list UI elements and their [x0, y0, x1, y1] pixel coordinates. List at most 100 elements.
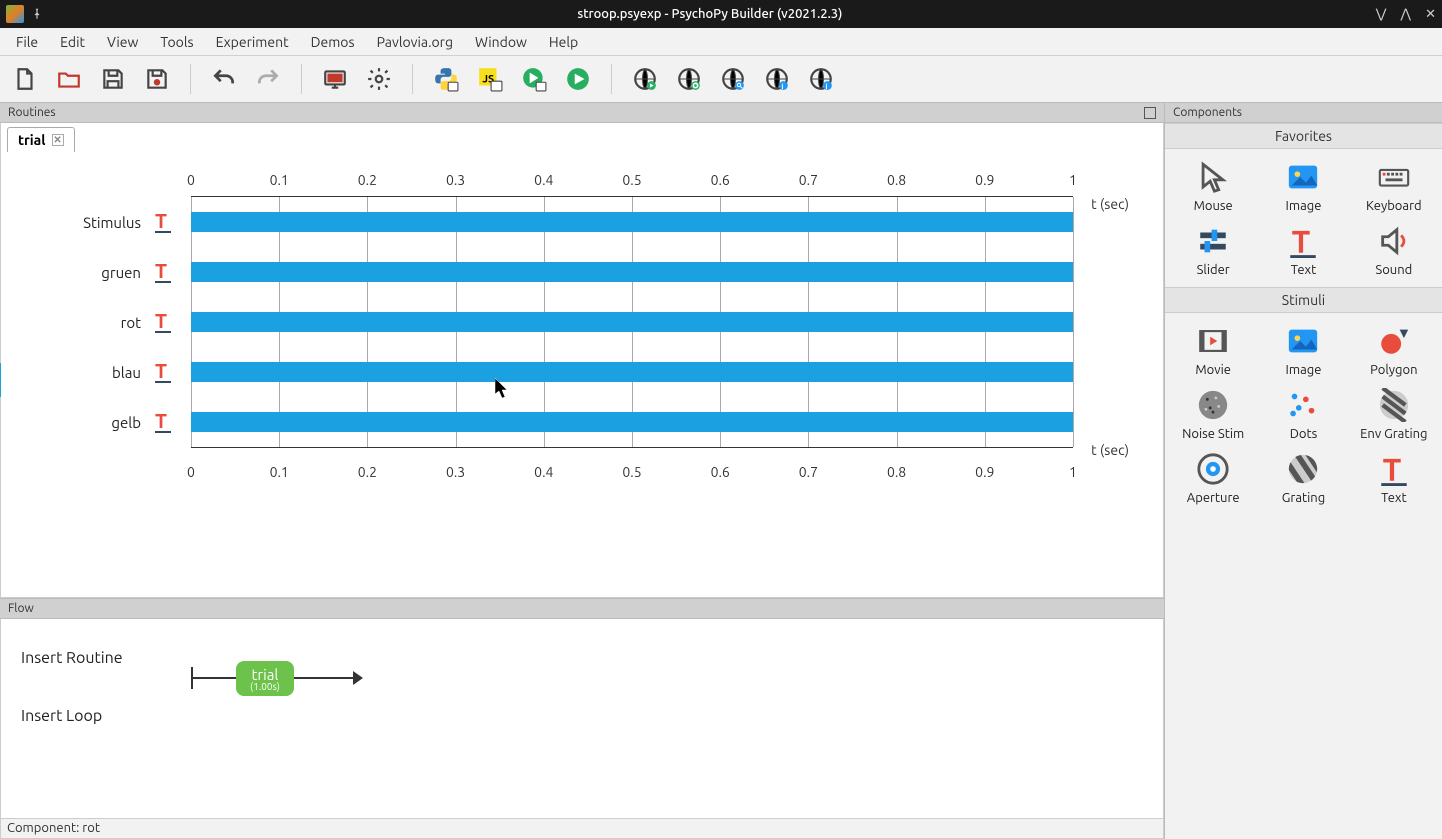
menu-window[interactable]: Window	[465, 30, 537, 54]
flow-arrow-icon	[353, 671, 365, 685]
settings-button[interactable]	[364, 64, 394, 94]
monitor-center-button[interactable]	[320, 64, 350, 94]
text-icon: T	[1283, 223, 1323, 259]
image-icon	[1283, 159, 1323, 195]
slider-icon	[1193, 223, 1233, 259]
menu-experiment[interactable]: Experiment	[206, 30, 299, 54]
menu-demos[interactable]: Demos	[301, 30, 365, 54]
mouse-icon	[1193, 159, 1233, 195]
axis-tick: 0.5	[622, 172, 641, 188]
component-dots[interactable]: Dots	[1259, 383, 1347, 445]
axis-tick: 0.4	[534, 172, 553, 188]
open-file-button[interactable]	[54, 64, 84, 94]
track-blau[interactable]: blauT	[191, 347, 1073, 397]
component-label: Grating	[1282, 491, 1325, 505]
pavlovia-project-button[interactable]: i	[806, 64, 836, 94]
save-as-button[interactable]	[142, 64, 172, 94]
compile-python-button[interactable]	[431, 64, 461, 94]
menu-pavlovia[interactable]: Pavlovia.org	[367, 30, 463, 54]
window-title: stroop.psyexp - PsychoPy Builder (v2021.…	[44, 7, 1376, 21]
track-rot[interactable]: rotT	[191, 297, 1073, 347]
component-image[interactable]: Image	[1259, 155, 1347, 217]
runner-button[interactable]	[519, 64, 549, 94]
favorites-section-header: Favorites	[1165, 123, 1442, 149]
flow-panel: Insert Routine Insert Loop trial (1.00s)…	[0, 619, 1164, 839]
app-icon	[6, 5, 24, 23]
compile-js-button[interactable]: JS	[475, 64, 505, 94]
track-bar[interactable]	[191, 362, 1073, 382]
component-label: Env Grating	[1360, 427, 1427, 441]
stimuli-grid: MovieImagePolygon Noise Stim Dots Env Grati…	[1165, 313, 1442, 515]
axis-tick: 0.2	[358, 172, 377, 188]
svg-text:i: i	[781, 83, 783, 91]
time-axis-bottom: 00.10.20.30.40.50.60.70.80.91	[191, 458, 1073, 482]
component-env-grating[interactable]: Env Grating	[1350, 383, 1438, 445]
track-bar[interactable]	[191, 212, 1073, 232]
flow-canvas[interactable]: trial (1.00s)	[171, 619, 1163, 818]
track-label: gelb	[21, 414, 141, 431]
components-panel-title: Components	[1173, 106, 1242, 119]
grating-icon	[1283, 451, 1323, 487]
component-label: Text	[1291, 263, 1316, 277]
pavlovia-user-button[interactable]: i	[762, 64, 792, 94]
track-bar[interactable]	[191, 262, 1073, 282]
pin-icon[interactable]	[30, 7, 44, 21]
redo-button[interactable]	[253, 64, 283, 94]
flow-panel-header: Flow	[0, 598, 1164, 619]
component-slider[interactable]: Slider	[1169, 219, 1257, 281]
menu-help[interactable]: Help	[539, 30, 588, 54]
track-gelb[interactable]: gelbT	[191, 397, 1073, 447]
component-noise-stim[interactable]: Noise Stim	[1169, 383, 1257, 445]
minimize-button[interactable]: ⋁	[1376, 7, 1387, 22]
timeline-area[interactable]: 00.10.20.30.40.50.60.70.80.91 t (sec) St…	[1, 152, 1163, 597]
menu-file[interactable]: File	[6, 30, 48, 54]
close-button[interactable]: ✕	[1425, 7, 1436, 22]
flow-node-duration: (1.00s)	[250, 682, 280, 692]
track-stimulus[interactable]: StimulusT	[191, 197, 1073, 247]
maximize-button[interactable]: ⋀	[1400, 7, 1411, 22]
component-label: Keyboard	[1366, 199, 1422, 213]
component-keyboard[interactable]: Keyboard	[1350, 155, 1438, 217]
track-bar[interactable]	[191, 312, 1073, 332]
component-polygon[interactable]: Polygon	[1350, 319, 1438, 381]
component-grating[interactable]: Grating	[1259, 447, 1347, 509]
menu-edit[interactable]: Edit	[50, 30, 95, 54]
close-tab-icon[interactable]: ✕	[52, 134, 64, 146]
component-sound[interactable]: Sound	[1350, 219, 1438, 281]
routines-panel-dock-icon[interactable]	[1144, 107, 1156, 119]
component-text[interactable]: TText	[1350, 447, 1438, 509]
pavlovia-run-button[interactable]	[630, 64, 660, 94]
track-label: blau	[21, 364, 141, 381]
new-file-button[interactable]	[10, 64, 40, 94]
axis-tick: 0	[187, 464, 195, 480]
menu-view[interactable]: View	[97, 30, 148, 54]
axis-tick: 0.6	[711, 464, 730, 480]
text-component-icon: T	[151, 260, 175, 284]
svg-text:T: T	[155, 410, 167, 432]
axis-tick: 0.1	[270, 172, 289, 188]
component-image[interactable]: Image	[1259, 319, 1347, 381]
track-label: rot	[21, 314, 141, 331]
track-gruen[interactable]: gruenT	[191, 247, 1073, 297]
save-button[interactable]	[98, 64, 128, 94]
component-aperture[interactable]: Aperture	[1169, 447, 1257, 509]
pavlovia-search-button[interactable]	[718, 64, 748, 94]
component-mouse[interactable]: Mouse	[1169, 155, 1257, 217]
component-label: Noise Stim	[1182, 427, 1244, 441]
run-button[interactable]	[563, 64, 593, 94]
menu-tools[interactable]: Tools	[150, 30, 203, 54]
routine-tab-trial[interactable]: trial ✕	[7, 127, 75, 152]
track-bar[interactable]	[191, 412, 1073, 432]
component-movie[interactable]: Movie	[1169, 319, 1257, 381]
insert-loop-button[interactable]: Insert Loop	[21, 707, 161, 725]
flow-node-trial[interactable]: trial (1.00s)	[236, 661, 294, 696]
text-component-icon: T	[151, 360, 175, 384]
component-text[interactable]: T Text	[1259, 219, 1347, 281]
pavlovia-sync-button[interactable]	[674, 64, 704, 94]
titlebar: stroop.psyexp - PsychoPy Builder (v2021.…	[0, 0, 1442, 28]
routine-tab-label: trial	[18, 132, 46, 148]
dots-icon	[1283, 387, 1323, 423]
insert-routine-button[interactable]: Insert Routine	[21, 649, 161, 667]
axis-tick: 0.8	[887, 464, 906, 480]
undo-button[interactable]	[209, 64, 239, 94]
